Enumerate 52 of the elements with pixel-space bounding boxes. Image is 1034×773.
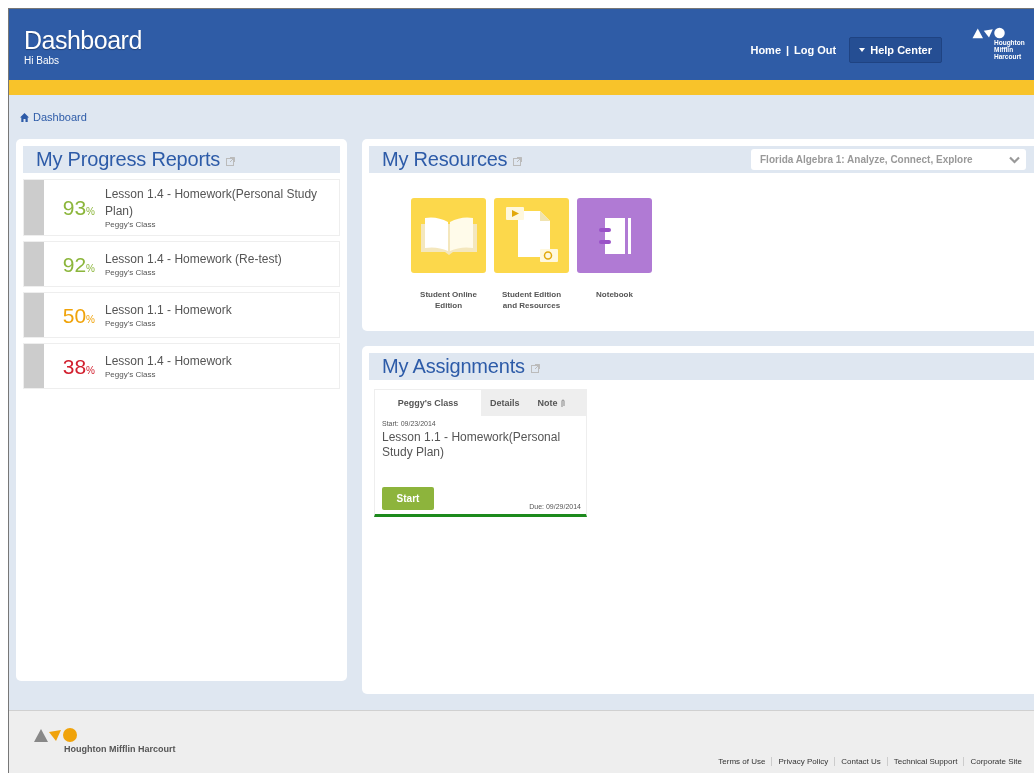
resource-label[interactable]: Notebook [577, 289, 652, 300]
panel-title: My Assignments [382, 355, 525, 378]
external-link-icon[interactable] [530, 364, 540, 373]
score-text: 92% [61, 251, 96, 278]
assignment-title: Lesson 1.1 - Homework(Personal Study Plan) [382, 430, 562, 460]
help-center-button[interactable]: Help Center [849, 37, 942, 63]
footer-link[interactable]: Privacy Policy [771, 757, 835, 766]
greeting-text: Hi Babs [24, 55, 60, 66]
logo-text: Houghton Mifflin Harcourt [64, 744, 176, 754]
page-title: Dashboard [24, 27, 143, 53]
footer-link[interactable]: Technical Support [886, 757, 964, 766]
class-name: Peggy's Class [105, 268, 157, 277]
resource-tile[interactable] [411, 198, 486, 273]
card-tab[interactable]: Details [481, 390, 529, 416]
lesson-title: Lesson 1.4 - Homework(Personal Study Plan) [105, 186, 319, 220]
resource-label[interactable]: Student Edition and Resources [494, 289, 569, 311]
breadcrumb-link[interactable]: Dashboard [33, 111, 87, 123]
footer-link[interactable]: Terms of Use [712, 757, 772, 766]
home-icon [20, 112, 29, 122]
lesson-title: Lesson 1.4 - Homework [105, 353, 232, 370]
open-book-icon [418, 215, 479, 256]
class-name: Peggy's Class [105, 370, 157, 379]
footer-link[interactable]: Contact Us [834, 757, 887, 766]
resource-tile[interactable] [577, 198, 652, 273]
score-text: 38% [61, 353, 96, 380]
nav-link[interactable]: Home [750, 44, 781, 56]
score-text: 93% [61, 195, 96, 221]
progress-report-row[interactable]: 92% Lesson 1.4 - Homework (Re-test) Peggy's Class [23, 241, 340, 287]
card-tab[interactable]: Peggy's Class [375, 390, 481, 416]
external-link-icon[interactable] [513, 157, 523, 166]
panel-title: My Resources [382, 148, 508, 171]
progress-report-row[interactable]: 93% Lesson 1.4 - Homework(Personal Study Plan) Peggy's Class [23, 179, 340, 236]
lesson-title: Lesson 1.4 - Homework (Re-test) [105, 251, 282, 268]
class-name: Peggy's Class [105, 220, 157, 229]
nav-link[interactable]: Log Out [794, 44, 837, 56]
logo-icon [34, 727, 78, 743]
panel-title: My Progress Reports [36, 148, 221, 171]
link-separator: | [786, 44, 790, 56]
class-name: Peggy's Class [105, 319, 157, 328]
card-tab[interactable]: Note [528, 390, 574, 416]
external-link-icon[interactable] [226, 157, 236, 166]
logo-icon [972, 27, 1006, 39]
caret-icon [859, 48, 866, 52]
media-document-icon [503, 206, 560, 265]
notebook-icon [596, 215, 633, 256]
resource-tile[interactable] [494, 198, 569, 273]
lesson-title: Lesson 1.1 - Homework [105, 302, 232, 319]
chevron-down-icon [1009, 155, 1020, 164]
resource-label[interactable]: Student Online Edition [411, 289, 486, 311]
score-text: 50% [61, 302, 96, 329]
paperclip-icon [560, 398, 565, 408]
footer-link[interactable]: Corporate Site [963, 757, 1028, 766]
